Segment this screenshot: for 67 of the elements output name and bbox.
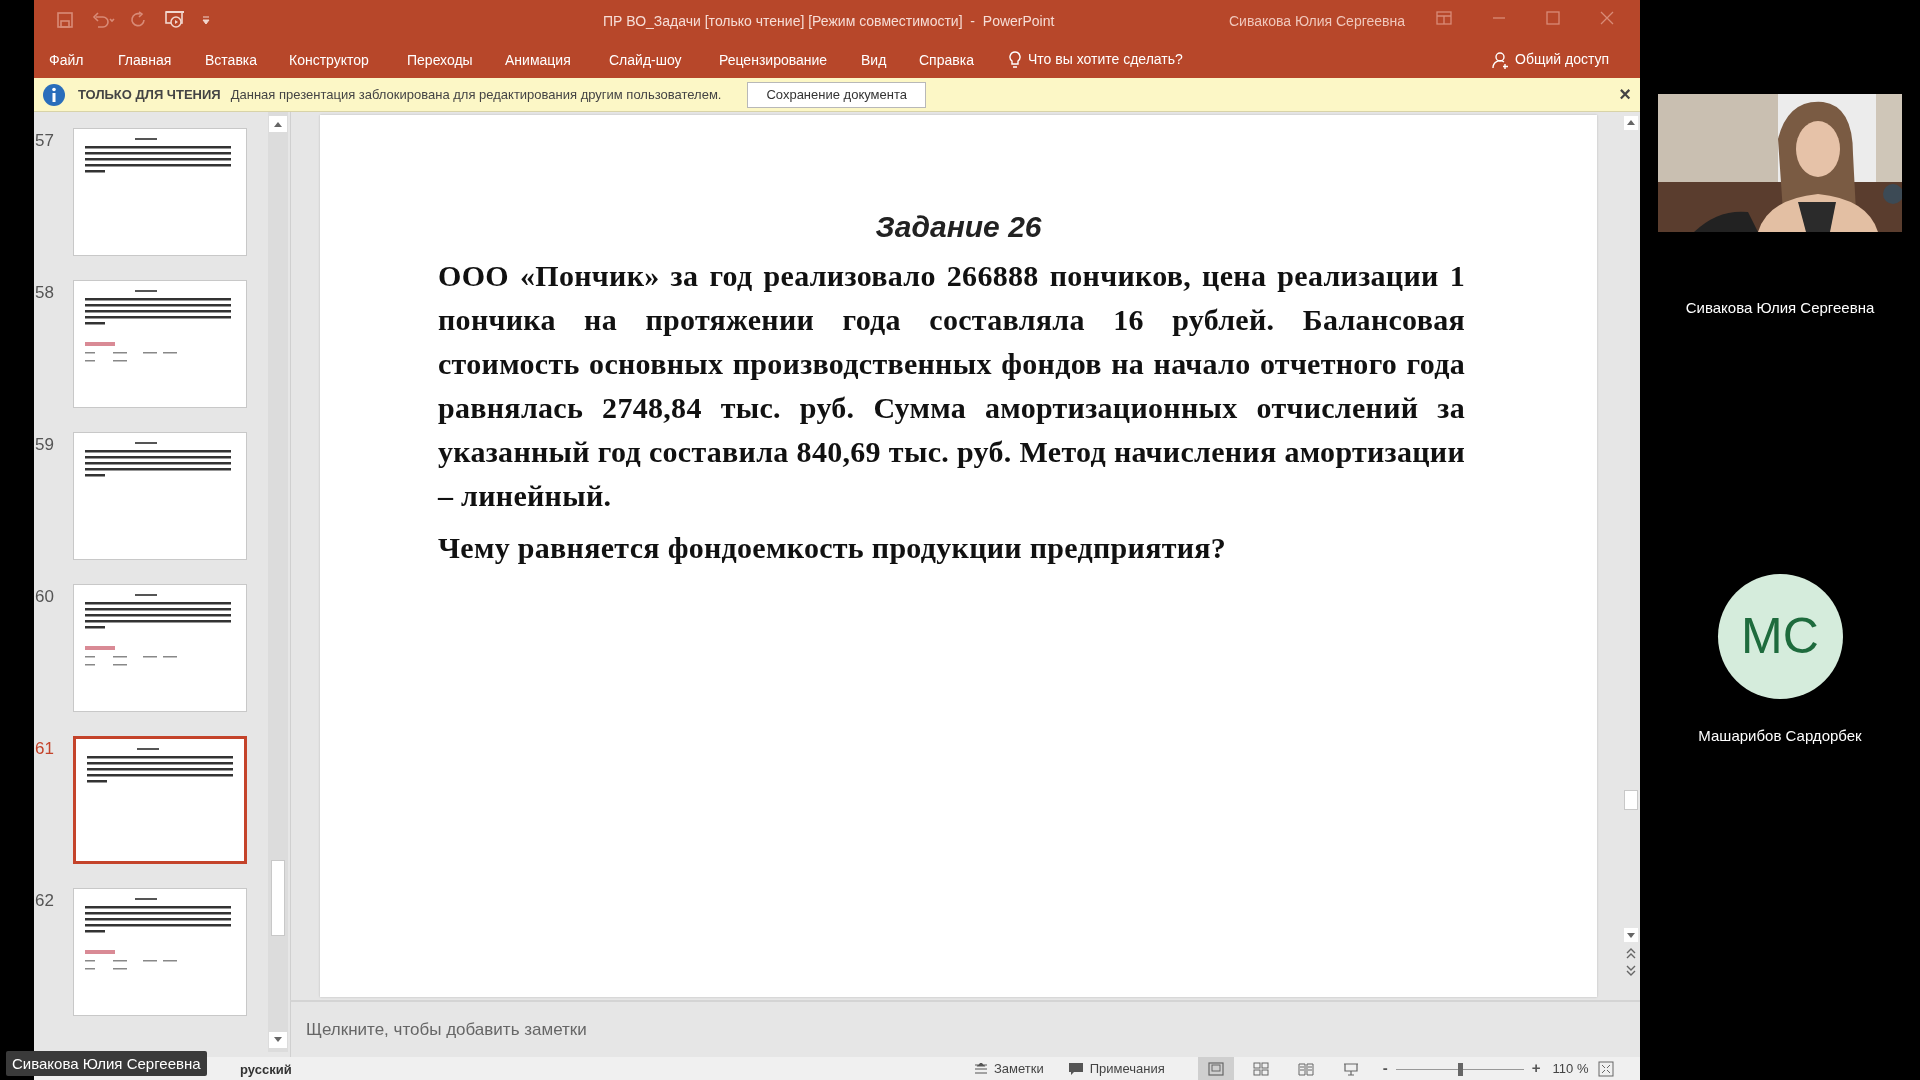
slide-question: Чему равняется фондоемкость продукции предприятия? — [438, 530, 1228, 566]
ribbon-tab[interactable]: Анимация — [505, 50, 571, 71]
zoom-slider[interactable] — [1395, 1061, 1524, 1076]
ribbon-tab[interactable]: Рецензирование — [719, 50, 828, 71]
zoom-out-button[interactable]: - — [1382, 1057, 1388, 1080]
share-button[interactable]: Общий доступ — [1515, 49, 1610, 70]
slide-thumbnail[interactable] — [73, 888, 247, 1016]
slide-thumbnail[interactable] — [73, 128, 247, 256]
comment-icon[interactable] — [1067, 1061, 1084, 1076]
participant-name: Машарибов Сардорбек — [1698, 725, 1862, 746]
ribbon-tab[interactable]: Слайд-шоу — [609, 50, 682, 71]
avatar: МС — [1717, 573, 1843, 699]
scroll-down-icon[interactable] — [269, 1032, 287, 1048]
notes-field[interactable]: Щелкните, чтобы добавить заметки — [290, 1000, 1640, 1057]
close-button[interactable]: × — [1619, 82, 1631, 106]
participant-name: Сивакова Юлия Сергеевна — [1685, 298, 1875, 318]
language-indicator[interactable]: русский — [240, 1060, 292, 1080]
scroll-up-icon[interactable] — [1624, 116, 1638, 130]
ribbon-tab[interactable]: Вставка — [205, 50, 258, 71]
zoom-in-button[interactable]: + — [1531, 1057, 1541, 1080]
customize-icon[interactable] — [200, 14, 212, 26]
projector-screen-icon — [1341, 1060, 1360, 1077]
slide-number: 58 — [34, 282, 55, 304]
info-message: Данная презентация заблокирована для редактирования другим пользователем. — [230, 85, 722, 104]
info-icon — [42, 82, 66, 107]
save-document-button[interactable]: Сохранение документа — [747, 81, 926, 108]
ribbon-tab[interactable]: Справка — [919, 50, 974, 71]
tell-me-field[interactable]: Что вы хотите сделать? — [1028, 49, 1183, 70]
slide-sorter-icon — [1251, 1060, 1270, 1077]
slide-number: 59 — [34, 434, 55, 456]
info-label: ТОЛЬКО ДЛЯ ЧТЕНИЯ — [78, 85, 221, 104]
lightbulb-icon[interactable] — [1008, 49, 1022, 70]
scroll-up-icon[interactable] — [269, 116, 287, 132]
slide-thumbnail[interactable] — [73, 280, 247, 408]
scroll-down-icon[interactable] — [1624, 928, 1638, 942]
slide-number: 61 — [34, 738, 55, 760]
scroll-thumb[interactable] — [1624, 790, 1638, 810]
slide-thumbnail[interactable] — [73, 736, 247, 864]
notes-icon[interactable] — [974, 1062, 988, 1075]
book-icon — [1296, 1060, 1315, 1077]
person-add-icon[interactable] — [1492, 50, 1510, 69]
next-slide-icon[interactable] — [1624, 964, 1638, 978]
slide-number: 62 — [34, 890, 55, 912]
comments-button[interactable]: Примечания — [1089, 1058, 1165, 1079]
ribbon-tab[interactable]: Главная — [118, 50, 172, 71]
slide-title: Задание 26 — [874, 209, 1043, 245]
slide-body-text: ООО «Пончик» за год реализовало 266888 пончиков, цена реализации 1 пончика на протяжении года составляла 16 рублей. Балансовая стоимость основных производственных фондов на начало отчетного года равнялась 2748,84 тыс. руб. Сумма амортизационных отчислений за указанный год составила 840,69 тыс. руб. Метод начисления амортизации – линейный. — [438, 258, 1465, 514]
fit-to-window-icon[interactable] — [1598, 1060, 1615, 1077]
zoom-level[interactable]: 110 % — [1552, 1058, 1589, 1079]
slide-number: 57 — [34, 130, 55, 152]
ribbon-tab[interactable]: Файл — [49, 50, 84, 71]
user-name: Сивакова Юлия Сергеевна — [1229, 12, 1405, 31]
slide-thumbnail[interactable] — [73, 584, 247, 712]
window-title: ПР ВО_Задачи [только чтение] [Режим совместимости] - PowerPoint — [603, 12, 1055, 31]
zoom-thumb[interactable] — [1457, 1062, 1463, 1076]
ribbon-tab[interactable]: Вид — [861, 50, 887, 71]
slideshow-icon[interactable] — [164, 10, 186, 30]
normal-view-icon — [1206, 1060, 1225, 1077]
notes-button[interactable]: Заметки — [994, 1058, 1044, 1079]
slide-thumbnail[interactable] — [73, 432, 247, 560]
normal-view-button[interactable] — [1197, 1057, 1234, 1080]
scroll-thumb[interactable] — [271, 860, 285, 936]
presenter-name-label: Сивакова Юлия Сергеевна — [6, 1051, 207, 1076]
ribbon-tab[interactable]: Переходы — [407, 50, 473, 71]
ribbon-tab[interactable]: Конструктор — [289, 50, 369, 71]
slide-number: 60 — [34, 586, 55, 608]
previous-slide-icon[interactable] — [1624, 946, 1638, 960]
